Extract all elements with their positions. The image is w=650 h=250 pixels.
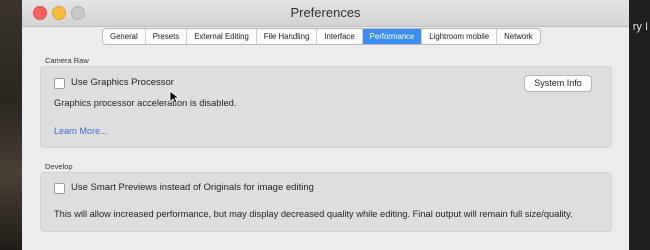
use-graphics-processor-checkbox[interactable] (54, 78, 65, 89)
camera-raw-group-label: Camera Raw (45, 56, 89, 65)
use-smart-previews-label[interactable]: Use Smart Previews instead of Originals … (71, 182, 314, 193)
tab-performance[interactable]: Performance (362, 29, 423, 44)
preferences-tab-bar: General Presets External Editing File Ha… (102, 28, 541, 45)
smart-previews-description: This will allow increased performance, b… (54, 209, 573, 219)
desktop-background-left (0, 0, 22, 250)
learn-more-link[interactable]: Learn More... (54, 126, 108, 136)
tab-external-editing[interactable]: External Editing (187, 29, 257, 44)
use-smart-previews-checkbox[interactable] (54, 183, 65, 194)
window-title: Preferences (290, 5, 361, 20)
tab-file-handling[interactable]: File Handling (257, 29, 318, 44)
mouse-pointer-icon (169, 90, 179, 104)
tab-lightroom-mobile[interactable]: Lightroom mobile (422, 29, 498, 44)
develop-group: Use Smart Previews instead of Originals … (40, 172, 612, 232)
gpu-status-text: Graphics processor acceleration is disab… (54, 98, 237, 108)
tab-presets[interactable]: Presets (146, 29, 188, 44)
system-info-button[interactable]: System Info (524, 75, 592, 92)
background-app-text: ry I (632, 21, 648, 33)
preferences-window: Preferences General Presets External Edi… (22, 0, 629, 250)
camera-raw-group: Use Graphics Processor System Info Graph… (40, 66, 612, 148)
develop-group-label: Develop (45, 162, 73, 171)
title-bar: Preferences (22, 0, 629, 27)
use-graphics-processor-label[interactable]: Use Graphics Processor (71, 77, 174, 88)
tab-general[interactable]: General (103, 29, 146, 44)
tab-interface[interactable]: Interface (317, 29, 363, 44)
tab-network[interactable]: Network (497, 29, 540, 44)
desktop-background-right: ry I (628, 0, 650, 250)
